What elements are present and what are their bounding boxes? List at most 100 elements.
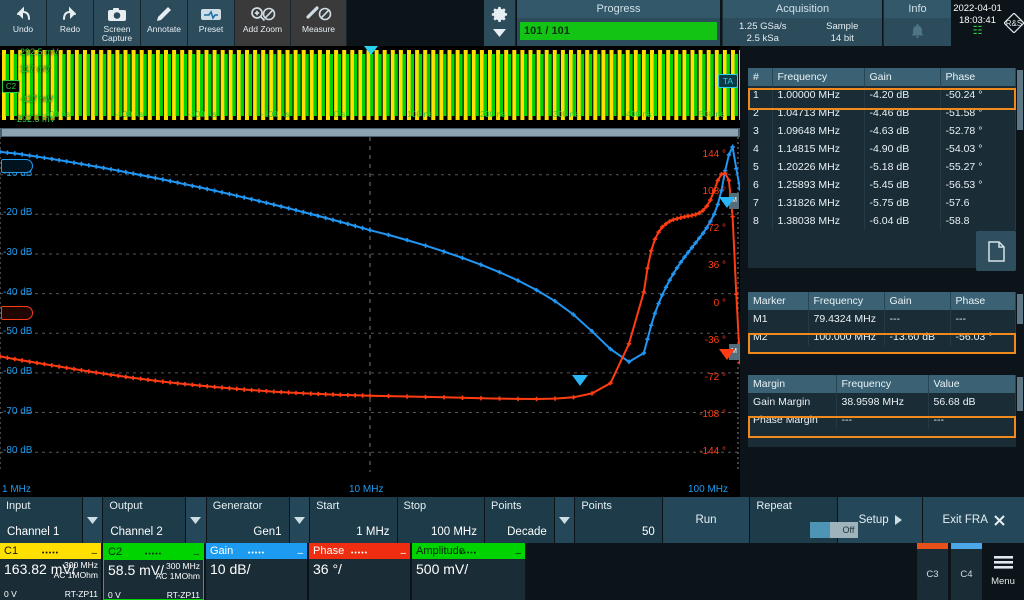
phase-marker-m2-icon[interactable] [719, 349, 735, 360]
fra-points-mode-field[interactable]: Points Decade [484, 497, 555, 543]
fra-points-count-field[interactable]: Points 50 [575, 497, 663, 543]
preset-button[interactable]: Preset [188, 0, 235, 46]
fra-repeat-toggle[interactable]: Off [810, 522, 859, 538]
document-icon[interactable] [976, 231, 1016, 271]
channel-header[interactable]: C1 ••••• – [0, 543, 101, 559]
cell-frequency: 1.00000 MHz [772, 86, 865, 104]
phase-reference-badge[interactable] [1, 306, 33, 320]
channel-slot-c3[interactable]: C3 [917, 543, 948, 600]
channel-header[interactable]: C2 ••••• – [104, 544, 203, 560]
bode-plot-canvas [0, 137, 740, 472]
trigger-marker-icon[interactable] [364, 46, 378, 55]
table-row[interactable]: 4 1.14815 MHz -4.90 dB -54.03 ° [748, 140, 1016, 158]
fra-generator-field[interactable]: Generator Gen1 [206, 497, 290, 543]
fra-stop-field[interactable]: Stop 100 MHz [397, 497, 485, 543]
fra-output-field[interactable]: Output Channel 2 [103, 497, 187, 543]
fra-start-field[interactable]: Start 1 MHz [310, 497, 398, 543]
gain-marker-m2-icon[interactable] [719, 197, 735, 208]
results-table[interactable]: # Frequency Gain Phase 1 1.00000 MHz -4.20… [748, 68, 1016, 230]
cell-index: 1 [748, 86, 773, 104]
add-zoom-button[interactable]: Add Zoom [235, 0, 291, 46]
table-row[interactable]: 2 1.04713 MHz -4.46 dB -51.58 ° [748, 104, 1016, 122]
phase-tick-label: 36 ° [708, 260, 726, 271]
screen-capture-button[interactable]: Screen Capture [94, 0, 141, 46]
cell-phase: -50.24 ° [940, 86, 1016, 104]
measure-button[interactable]: Measure [291, 0, 347, 46]
chevron-down-icon[interactable] [493, 28, 506, 40]
acquisition-panel[interactable]: Acquisition 1.25 GSa/s Sample 2.5 kSa 14… [722, 0, 882, 46]
channel-card-amplitude[interactable]: Amplitude ••••• – 500 mV/ [412, 543, 525, 600]
channel-header[interactable]: Gain ••••• – [206, 543, 307, 559]
fra-run-button[interactable]: Run [662, 497, 751, 543]
table-row[interactable]: 5 1.20226 MHz -5.18 dB -55.27 ° [748, 158, 1016, 176]
results-scrollbar[interactable] [1016, 68, 1024, 268]
waveform-time-label: -300 ns [115, 109, 144, 119]
table-row[interactable]: 1 1.00000 MHz -4.20 dB -50.24 ° [748, 86, 1016, 104]
cell-phase: -51.58 ° [940, 104, 1016, 122]
table-row[interactable]: Gain Margin 38.9598 MHz 56.68 dB [748, 393, 1016, 411]
margin-table[interactable]: Margin Frequency Value Gain Margin 38.959… [748, 375, 1016, 429]
channel-card-gain[interactable]: Gain ••••• – 10 dB/ [206, 543, 307, 600]
gain-marker-m1-icon[interactable] [572, 375, 588, 386]
marker-scroll-knob[interactable] [1017, 294, 1023, 324]
gain-tick-label: -50 dB [3, 326, 33, 337]
marker-table-panel[interactable]: Marker Frequency Gain Phase M1 79.4324 MH… [748, 292, 1016, 354]
network-icon: ☷ [972, 24, 983, 37]
fra-output-dropdown[interactable] [186, 497, 207, 543]
bell-icon[interactable] [884, 23, 951, 43]
table-row[interactable]: M2 100.000 MHz -13.60 dB -56.03 ° [748, 328, 1016, 346]
chevron-down-icon [293, 516, 305, 524]
marker-table[interactable]: Marker Frequency Gain Phase M1 79.4324 MH… [748, 292, 1016, 346]
table-row[interactable]: 8 1.38038 MHz -6.04 dB -58.8 [748, 212, 1016, 230]
margin-table-header: Margin Frequency Value [748, 375, 1016, 393]
undo-button[interactable]: Undo [0, 0, 47, 46]
results-scroll-knob[interactable] [1017, 70, 1023, 130]
cell-gain: -4.46 dB [864, 104, 941, 122]
gear-icon[interactable] [491, 6, 508, 26]
marker-scrollbar[interactable] [1016, 292, 1024, 354]
fra-input-dropdown[interactable] [82, 497, 104, 543]
fra-generator-dropdown[interactable] [289, 497, 311, 543]
channel-slot-c4[interactable]: C4 [951, 543, 982, 600]
gain-reference-badge[interactable] [1, 159, 33, 173]
fra-input-field[interactable]: Input Channel 1 [0, 497, 83, 543]
fra-points-count-value: 50 [641, 526, 655, 538]
margin-scroll-knob[interactable] [1017, 377, 1023, 411]
cell-margin-value: --- [928, 411, 1016, 429]
waveform-channel-badge[interactable]: C2 [2, 80, 20, 93]
margin-scrollbar[interactable] [1016, 375, 1024, 447]
waveform-scrollbar[interactable] [0, 128, 740, 137]
fra-points-mode-dropdown[interactable] [554, 497, 576, 543]
gain-tick-label: -60 dB [3, 366, 33, 377]
margin-table-panel[interactable]: Margin Frequency Value Gain Margin 38.959… [748, 375, 1016, 447]
table-row[interactable]: 3 1.09648 MHz -4.63 dB -52.78 ° [748, 122, 1016, 140]
progress-panel: Progress 101 / 101 [517, 0, 720, 46]
channel-header[interactable]: Amplitude ••••• – [412, 543, 525, 559]
info-panel[interactable]: Info [883, 0, 951, 46]
table-row[interactable]: M1 79.4324 MHz --- --- [748, 310, 1016, 328]
fra-repeat-field[interactable]: Repeat Off [750, 497, 859, 543]
bode-plot[interactable]: -10 dB -20 dB -30 dB -40 dB -50 dB -60 dB -70 … [0, 137, 740, 497]
channel-header[interactable]: Phase ••••• – [309, 543, 410, 559]
acq-resolution: 14 bit [830, 33, 854, 44]
trigger-level-badge[interactable]: TA [717, 74, 738, 88]
channel-card-c1[interactable]: C1 ••••• –163.82 mV/300 MHz AC 1MOhm 0 V RT-Z… [0, 543, 101, 600]
menu-button[interactable]: Menu [982, 543, 1024, 600]
cell-phase: -52.78 ° [940, 122, 1016, 140]
fra-exit-button[interactable]: Exit FRA [923, 497, 1024, 543]
svg-text:R&S: R&S [1006, 19, 1022, 28]
table-row[interactable]: Phase Margin --- --- [748, 411, 1016, 429]
cell-frequency: 1.38038 MHz [772, 212, 865, 230]
waveform-strip[interactable]: 292.5 mV 117 mV -117 mV -292.5 mV C2 TA … [0, 46, 740, 128]
col-frequency: Frequency [772, 68, 865, 86]
table-row[interactable]: 7 1.31826 MHz -5.75 dB -57.6 [748, 194, 1016, 212]
toolbar-settings[interactable] [484, 0, 516, 46]
channel-card-phase[interactable]: Phase ••••• – 36 °/ [309, 543, 410, 600]
channel-card-c2[interactable]: C2 ••••• –58.5 mV/300 MHz AC 1MOhm 0 V RT-ZP1… [103, 543, 204, 600]
table-row[interactable]: 6 1.25893 MHz -5.45 dB -56.53 ° [748, 176, 1016, 194]
waveform-scroll-knob[interactable] [2, 129, 738, 136]
redo-button[interactable]: Redo [47, 0, 94, 46]
phase-tick-label: -72 ° [704, 372, 726, 383]
waveform-time-label: 400 ns [626, 109, 652, 119]
annotate-button[interactable]: Annotate [141, 0, 188, 46]
